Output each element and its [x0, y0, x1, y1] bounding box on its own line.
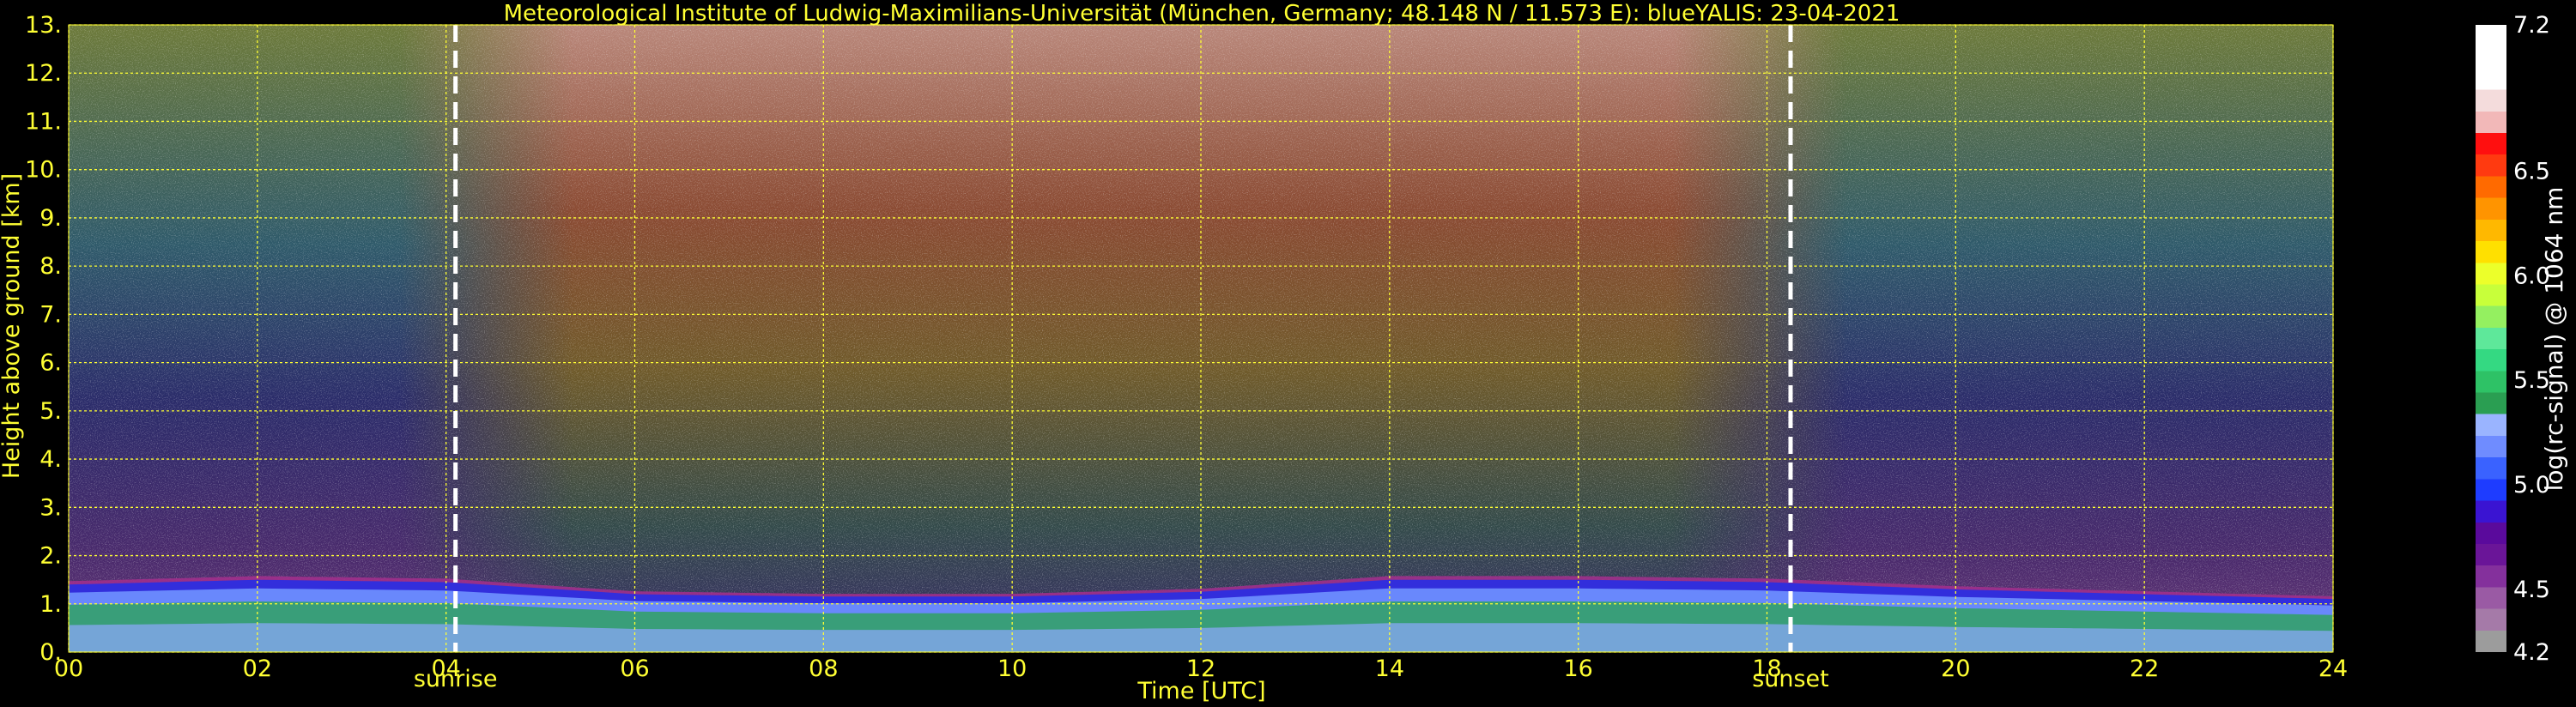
- y-axis-label: Height above ground [km]: [0, 173, 25, 479]
- x-tick-label: 08: [809, 656, 838, 682]
- colorbar-tick-label: 4.2: [2513, 639, 2550, 666]
- annotation-label: sunrise: [414, 666, 498, 692]
- colorbar-tick-label: 4.5: [2513, 577, 2550, 603]
- colorbar: 4.24.55.05.56.06.57.2 log(rc-signal) @ 1…: [2476, 12, 2568, 666]
- y-tick-label: 1.: [39, 591, 62, 618]
- x-tick-label: 14: [1375, 656, 1404, 682]
- x-tick-label: 22: [2130, 656, 2159, 682]
- colorbar-tick-label: 7.2: [2513, 12, 2550, 39]
- x-tick-label: 06: [620, 656, 649, 682]
- y-tick-label: 7.: [39, 301, 62, 328]
- x-tick-label: 02: [243, 656, 272, 682]
- x-axis-label: Time [UTC]: [1136, 678, 1265, 704]
- chart-title: Meteorological Institute of Ludwig-Maxim…: [504, 1, 1900, 27]
- colorbar-strip: [2476, 25, 2506, 652]
- x-tick-label: 10: [997, 656, 1027, 682]
- colorbar-tick-label: 6.5: [2513, 159, 2550, 185]
- colorbar-label: log(rc-signal) @ 1064 nm: [2540, 187, 2568, 492]
- y-tick-label: 12.: [25, 60, 62, 87]
- y-tick-label: 9.: [39, 205, 62, 232]
- x-tick-label: 16: [1563, 656, 1592, 682]
- y-tick-label: 4.: [39, 446, 62, 473]
- y-tick-label: 3.: [39, 494, 62, 521]
- annotation-label: sunset: [1752, 666, 1829, 692]
- plot-area: [68, 24, 2334, 653]
- y-tick-label: 11.: [25, 108, 62, 135]
- y-axis-ticks: 0. 1. 2. 3. 4. 5. 6. 7. 8. 9. 10. 11. 12. 13.: [25, 12, 62, 666]
- y-tick-label: 8.: [39, 253, 62, 280]
- y-tick-label: 10.: [25, 157, 62, 184]
- lidar-chart: Meteorological Institute of Ludwig-Maxim…: [0, 1, 2568, 704]
- x-tick-label: 24: [2318, 656, 2348, 682]
- y-tick-label: 2.: [39, 543, 62, 570]
- y-tick-label: 0.: [39, 639, 62, 666]
- y-tick-label: 5.: [39, 398, 62, 425]
- x-tick-label: 20: [1941, 656, 1970, 682]
- y-tick-label: 13.: [25, 12, 62, 39]
- y-tick-label: 6.: [39, 350, 62, 377]
